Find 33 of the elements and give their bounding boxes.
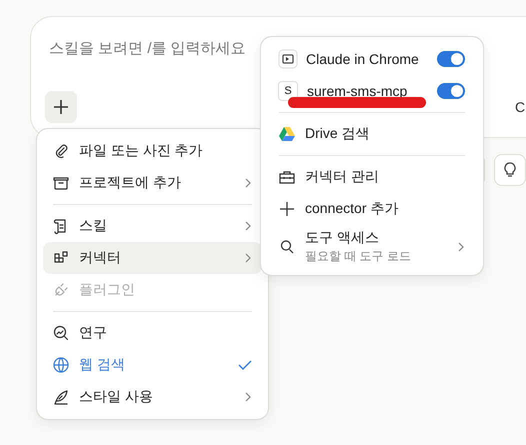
menu-item[interactable]: 웹 검색 <box>43 349 262 381</box>
search-icon <box>278 238 296 256</box>
menu-item[interactable]: 커넥터 관리 <box>269 161 475 193</box>
idea-button[interactable] <box>494 154 526 186</box>
chevron-right-icon <box>244 391 252 403</box>
chevron-right-icon <box>244 177 252 189</box>
toggle-switch[interactable] <box>437 51 465 67</box>
menu-item[interactable]: 도구 액세스 필요할 때 도구 로드 <box>269 225 475 269</box>
magnifier-chart-icon <box>52 324 70 342</box>
model-selector[interactable]: C <box>515 99 526 115</box>
add-button[interactable] <box>45 91 77 123</box>
lightbulb-icon <box>503 162 517 178</box>
globe-icon <box>52 356 70 374</box>
toggle-switch[interactable] <box>437 83 465 99</box>
plus-icon <box>52 98 70 116</box>
checkmark-icon <box>238 359 252 371</box>
menu-item[interactable]: 프로젝트에 추가 <box>43 167 262 199</box>
menu-item[interactable]: 커넥터 <box>43 242 262 274</box>
menu-item[interactable]: Drive 검색 <box>269 118 475 150</box>
chevron-right-icon <box>244 252 252 264</box>
chevron-right-icon <box>244 220 252 232</box>
plus-icon <box>278 200 296 218</box>
menu-item[interactable]: connector 추가 <box>269 193 475 225</box>
feather-pen-icon <box>52 388 70 406</box>
menu-item[interactable]: 스킬 <box>43 210 262 242</box>
chevron-right-icon <box>457 241 465 253</box>
connector-name: surem-sms-mcp <box>307 83 408 99</box>
menu-item[interactable]: 파일 또는 사진 추가 <box>43 135 262 167</box>
connector-name: Claude in Chrome <box>306 51 419 67</box>
menu-item[interactable]: 스타일 사용 <box>43 381 262 413</box>
drive-icon <box>278 126 296 142</box>
menu-item[interactable]: 연구 <box>43 317 262 349</box>
browser-icon <box>278 49 298 69</box>
